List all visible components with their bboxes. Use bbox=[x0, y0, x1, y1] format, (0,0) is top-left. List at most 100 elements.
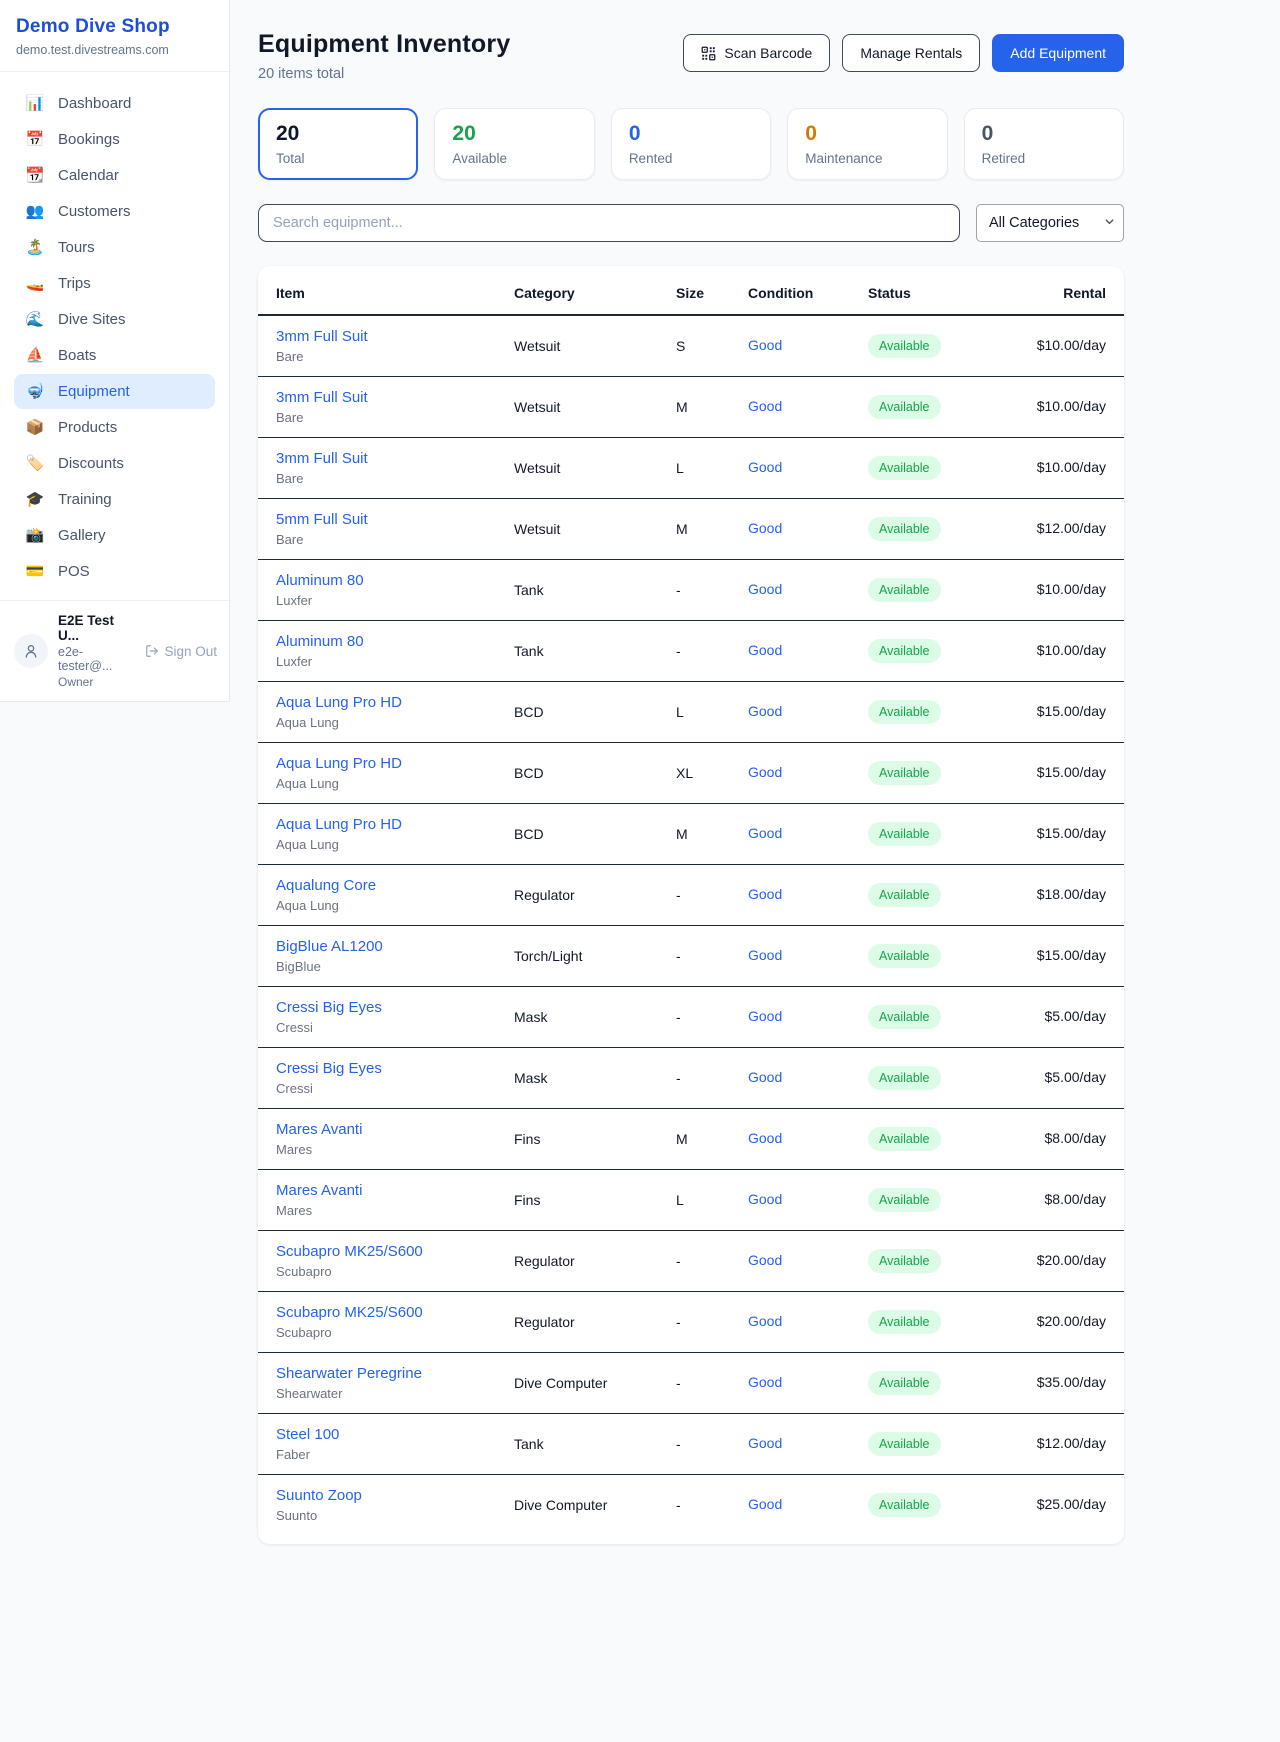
condition-link[interactable]: Good bbox=[748, 1008, 782, 1024]
graduation-cap-icon: 🎓 bbox=[24, 492, 46, 507]
status-badge: Available bbox=[868, 1310, 941, 1334]
item-name-link[interactable]: BigBlue AL1200 bbox=[276, 938, 498, 955]
item-name-link[interactable]: Aqua Lung Pro HD bbox=[276, 694, 498, 711]
stat-card-total[interactable]: 20 Total bbox=[258, 108, 418, 180]
condition-link[interactable]: Good bbox=[748, 642, 782, 658]
item-brand: Luxfer bbox=[276, 593, 498, 608]
item-category: Fins bbox=[506, 1170, 668, 1231]
item-name-link[interactable]: 3mm Full Suit bbox=[276, 450, 498, 467]
sidebar-item-gallery[interactable]: 📸 Gallery bbox=[14, 518, 215, 553]
item-name-link[interactable]: Scubapro MK25/S600 bbox=[276, 1304, 498, 1321]
add-equipment-label: Add Equipment bbox=[1010, 45, 1106, 61]
item-name-link[interactable]: 5mm Full Suit bbox=[276, 511, 498, 528]
condition-link[interactable]: Good bbox=[748, 1313, 782, 1329]
status-badge: Available bbox=[868, 1188, 941, 1212]
condition-link[interactable]: Good bbox=[748, 1069, 782, 1085]
item-name-link[interactable]: Aqua Lung Pro HD bbox=[276, 755, 498, 772]
table-row: Aqualung Core Aqua Lung Regulator - Good… bbox=[258, 865, 1124, 926]
condition-link[interactable]: Good bbox=[748, 886, 782, 902]
item-name-link[interactable]: Cressi Big Eyes bbox=[276, 1060, 498, 1077]
item-size: - bbox=[668, 1231, 740, 1292]
item-name-link[interactable]: Aluminum 80 bbox=[276, 633, 498, 650]
table-row: Aqua Lung Pro HD Aqua Lung BCD XL Good A… bbox=[258, 743, 1124, 804]
item-name-link[interactable]: Shearwater Peregrine bbox=[276, 1365, 498, 1382]
sidebar-item-discounts[interactable]: 🏷️ Discounts bbox=[14, 446, 215, 481]
item-brand: Bare bbox=[276, 471, 498, 486]
condition-link[interactable]: Good bbox=[748, 947, 782, 963]
user-email: e2e-tester@... bbox=[58, 645, 135, 673]
sidebar-item-customers[interactable]: 👥 Customers bbox=[14, 194, 215, 229]
condition-link[interactable]: Good bbox=[748, 703, 782, 719]
brand-name[interactable]: Demo Dive Shop bbox=[16, 16, 213, 38]
tag-icon: 🏷️ bbox=[24, 456, 46, 471]
condition-link[interactable]: Good bbox=[748, 1496, 782, 1512]
desert-island-icon: 🏝️ bbox=[24, 240, 46, 255]
condition-link[interactable]: Good bbox=[748, 1374, 782, 1390]
condition-link[interactable]: Good bbox=[748, 581, 782, 597]
sidebar-item-training[interactable]: 🎓 Training bbox=[14, 482, 215, 517]
item-name-link[interactable]: Aluminum 80 bbox=[276, 572, 498, 589]
search-input[interactable] bbox=[258, 204, 960, 242]
condition-link[interactable]: Good bbox=[748, 764, 782, 780]
item-brand: Scubapro bbox=[276, 1325, 498, 1340]
scan-barcode-button[interactable]: Scan Barcode bbox=[683, 34, 830, 72]
table-row: Mares Avanti Mares Fins M Good Available… bbox=[258, 1109, 1124, 1170]
sidebar-item-trips[interactable]: 🚤 Trips bbox=[14, 266, 215, 301]
manage-rentals-button[interactable]: Manage Rentals bbox=[842, 34, 980, 72]
calendar-icon: 📅 bbox=[24, 132, 46, 147]
condition-link[interactable]: Good bbox=[748, 825, 782, 841]
sign-out-button[interactable]: Sign Out bbox=[145, 644, 217, 659]
sidebar: Demo Dive Shop demo.test.divestreams.com… bbox=[0, 0, 230, 702]
status-badge: Available bbox=[868, 1066, 941, 1090]
status-badge: Available bbox=[868, 1249, 941, 1273]
add-equipment-button[interactable]: Add Equipment bbox=[992, 34, 1124, 72]
user-box: E2E Test U... e2e-tester@... Owner Sign … bbox=[0, 600, 229, 701]
page-title: Equipment Inventory bbox=[258, 30, 510, 59]
condition-link[interactable]: Good bbox=[748, 1191, 782, 1207]
sidebar-item-dashboard[interactable]: 📊 Dashboard bbox=[14, 86, 215, 121]
sidebar-item-dive-sites[interactable]: 🌊 Dive Sites bbox=[14, 302, 215, 337]
item-category: Mask bbox=[506, 987, 668, 1048]
status-badge: Available bbox=[868, 578, 941, 602]
category-select[interactable]: All Categories bbox=[976, 204, 1124, 242]
sidebar-item-label: Tours bbox=[58, 239, 95, 256]
status-badge: Available bbox=[868, 517, 941, 541]
item-name-link[interactable]: 3mm Full Suit bbox=[276, 389, 498, 406]
stat-card-rented[interactable]: 0 Rented bbox=[611, 108, 771, 180]
table-row: 3mm Full Suit Bare Wetsuit M Good Availa… bbox=[258, 377, 1124, 438]
item-name-link[interactable]: 3mm Full Suit bbox=[276, 328, 498, 345]
item-name-link[interactable]: Aqualung Core bbox=[276, 877, 498, 894]
condition-link[interactable]: Good bbox=[748, 459, 782, 475]
sidebar-item-bookings[interactable]: 📅 Bookings bbox=[14, 122, 215, 157]
condition-link[interactable]: Good bbox=[748, 1130, 782, 1146]
stat-card-maintenance[interactable]: 0 Maintenance bbox=[787, 108, 947, 180]
item-brand: Faber bbox=[276, 1447, 498, 1462]
stat-card-retired[interactable]: 0 Retired bbox=[964, 108, 1124, 180]
condition-link[interactable]: Good bbox=[748, 398, 782, 414]
sidebar-item-equipment[interactable]: 🤿 Equipment bbox=[14, 374, 215, 409]
sidebar-item-calendar[interactable]: 📆 Calendar bbox=[14, 158, 215, 193]
sidebar-item-pos[interactable]: 💳 POS bbox=[14, 554, 215, 589]
item-name-link[interactable]: Mares Avanti bbox=[276, 1182, 498, 1199]
stat-value: 0 bbox=[805, 122, 929, 146]
sidebar-item-boats[interactable]: ⛵ Boats bbox=[14, 338, 215, 373]
sidebar-item-tours[interactable]: 🏝️ Tours bbox=[14, 230, 215, 265]
item-name-link[interactable]: Suunto Zoop bbox=[276, 1487, 498, 1504]
sidebar-item-label: Training bbox=[58, 491, 112, 508]
condition-link[interactable]: Good bbox=[748, 520, 782, 536]
item-brand: Mares bbox=[276, 1203, 498, 1218]
condition-link[interactable]: Good bbox=[748, 337, 782, 353]
item-name-link[interactable]: Cressi Big Eyes bbox=[276, 999, 498, 1016]
condition-link[interactable]: Good bbox=[748, 1435, 782, 1451]
item-category: Wetsuit bbox=[506, 499, 668, 560]
item-name-link[interactable]: Scubapro MK25/S600 bbox=[276, 1243, 498, 1260]
item-category: BCD bbox=[506, 682, 668, 743]
stat-card-available[interactable]: 20 Available bbox=[434, 108, 594, 180]
condition-link[interactable]: Good bbox=[748, 1252, 782, 1268]
item-brand: Mares bbox=[276, 1142, 498, 1157]
sidebar-item-products[interactable]: 📦 Products bbox=[14, 410, 215, 445]
item-name-link[interactable]: Mares Avanti bbox=[276, 1121, 498, 1138]
rental-price: $8.00/day bbox=[1045, 1191, 1107, 1207]
item-name-link[interactable]: Steel 100 bbox=[276, 1426, 498, 1443]
item-name-link[interactable]: Aqua Lung Pro HD bbox=[276, 816, 498, 833]
